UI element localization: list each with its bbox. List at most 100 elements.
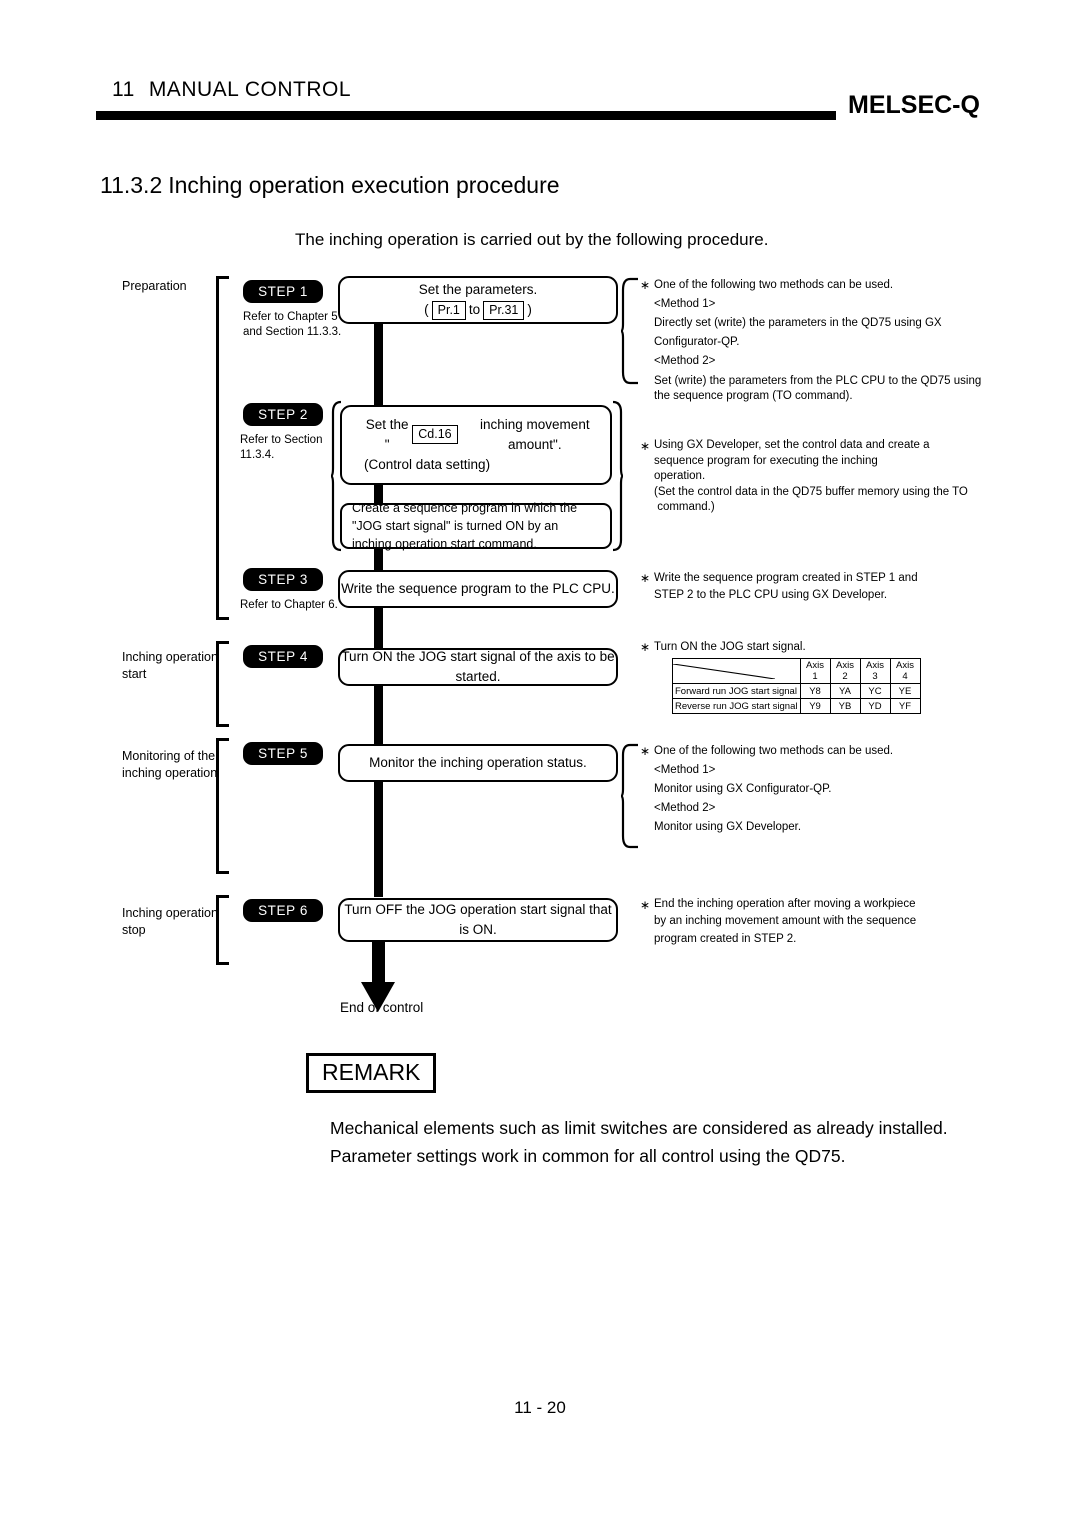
step-1-line-1: Set the parameters. bbox=[418, 281, 538, 297]
note-step-4: ∗ Turn ON the JOG start signal. bbox=[640, 638, 990, 657]
end-arrow-head-icon bbox=[361, 982, 395, 1012]
cell-forward-axis-3: YC bbox=[859, 683, 891, 699]
row-label-forward-run: Forward run JOG start signal bbox=[672, 683, 801, 699]
note-step-6-line-1: End the inching operation after moving a… bbox=[654, 898, 916, 910]
flow-connector-5 bbox=[374, 686, 383, 748]
step-5-box: Monitor the inching operation status. bbox=[338, 744, 618, 782]
phase-bracket-preparation bbox=[216, 276, 229, 620]
note-step-4-star: ∗ bbox=[640, 640, 651, 654]
step-1-reference: Refer to Chapter 5 and Section 11.3.3. bbox=[243, 311, 342, 338]
step-2-box: Set the " Cd.16 inching movement amount"… bbox=[340, 405, 612, 485]
note-step-5-method2-line1: Monitor using GX Developer. bbox=[654, 820, 802, 833]
phase-label-inching-stop: Inching operation stop bbox=[122, 906, 218, 937]
step-badge-2-label: STEP 2 bbox=[258, 407, 308, 422]
table-row: Reverse run JOG start signal Y9 YB YD YF bbox=[672, 698, 921, 714]
note-step-2-line-5: command.) bbox=[654, 501, 715, 514]
step-badge-1-label: STEP 1 bbox=[258, 284, 308, 299]
remark-line-1: Mechanical elements such as limit switch… bbox=[330, 1118, 948, 1139]
table-row-header: Axis 1 Axis 2 Axis 3 Axis 4 bbox=[672, 658, 921, 684]
cell-forward-axis-1: Y8 bbox=[799, 683, 831, 699]
remark-line-2: Parameter settings work in common for al… bbox=[330, 1145, 846, 1166]
step-5-box-text: Monitor the inching operation status. bbox=[369, 754, 587, 770]
cell-reverse-axis-1: Y9 bbox=[799, 698, 831, 714]
row-label-reverse-run: Reverse run JOG start signal bbox=[672, 698, 801, 714]
step-2-sub-box-text: Create a sequence program in which the "… bbox=[352, 500, 578, 552]
remark-title-box: REMARK bbox=[306, 1053, 437, 1094]
step-6-box-text: Turn OFF the JOG operation start signal … bbox=[344, 901, 612, 937]
table-header-axis-4: Axis 4 bbox=[889, 658, 921, 684]
note-brace-step-5 bbox=[620, 742, 640, 850]
note-step-5-method2-label: <Method 2> bbox=[654, 801, 716, 814]
step-badge-6-label: STEP 6 bbox=[258, 903, 308, 918]
step-2-line-1: Set the " Cd.16 inching movement amount"… bbox=[364, 415, 610, 456]
note-step-5-method1-line1: Monitor using GX Configurator-QP. bbox=[654, 782, 832, 795]
procedure-flow-diagram: Preparation Inching operation start Moni… bbox=[0, 0, 1080, 1030]
note-step-5-star: ∗ bbox=[640, 744, 651, 758]
note-step-1-method1-label: <Method 1> bbox=[654, 297, 716, 310]
note-step-1-method2-line1: Set (write) the parameters from the PLC … bbox=[654, 374, 982, 387]
step-badge-3-label: STEP 3 bbox=[258, 572, 308, 587]
note-step-2-star: ∗ bbox=[640, 439, 651, 453]
table-row: Forward run JOG start signal Y8 YA YC YE bbox=[672, 683, 921, 699]
note-step-6-star: ∗ bbox=[640, 898, 651, 912]
step-badge-4: STEP 4 bbox=[243, 645, 323, 668]
step-1-box: Set the parameters. ( Pr.1 to Pr.31 ) bbox=[338, 276, 618, 324]
jog-start-signal-table: Axis 1 Axis 2 Axis 3 Axis 4 Forward run … bbox=[672, 658, 921, 714]
step-badge-6: STEP 6 bbox=[243, 899, 323, 922]
note-step-1: ∗ One of the following two methods can b… bbox=[640, 276, 990, 405]
step-2-line-2: (Control data setting) bbox=[364, 457, 491, 473]
step-1-to: to bbox=[468, 302, 481, 317]
remark-title: REMARK bbox=[322, 1059, 421, 1085]
step-badge-3: STEP 3 bbox=[243, 568, 323, 591]
step-1-line-2: ( Pr.1 to Pr.31 ) bbox=[424, 300, 532, 320]
remark-section: REMARK Mechanical elements such as limit… bbox=[306, 1053, 948, 1170]
note-step-1-method1-line2: Configurator-QP. bbox=[654, 335, 740, 348]
step-3-box: Write the sequence program to the PLC CP… bbox=[338, 570, 618, 608]
note-step-2: ∗ Using GX Developer, set the control da… bbox=[640, 438, 990, 516]
step-badge-4-label: STEP 4 bbox=[258, 649, 308, 664]
page-number: 11 - 20 bbox=[514, 1398, 566, 1417]
table-header-axis-1: Axis 1 bbox=[799, 658, 831, 684]
step-3-reference: Refer to Chapter 6. bbox=[240, 599, 338, 611]
note-step-1-lead: One of the following two methods can be … bbox=[654, 279, 894, 291]
note-step-2-line-3: operation. bbox=[654, 470, 706, 483]
flow-connector-6 bbox=[374, 782, 383, 897]
note-step-1-star: ∗ bbox=[640, 278, 651, 292]
step-badge-5-label: STEP 5 bbox=[258, 746, 308, 761]
note-step-3-line-1: Write the sequence program created in ST… bbox=[654, 572, 918, 584]
step-3-box-text: Write the sequence program to the PLC CP… bbox=[341, 580, 615, 596]
note-step-6-line-3: program created in STEP 2. bbox=[654, 932, 797, 945]
diagonal-divider-icon bbox=[673, 663, 775, 679]
note-brace-step-1 bbox=[620, 276, 640, 386]
step-4-box: Turn ON the JOG start signal of the axis… bbox=[338, 648, 618, 686]
note-step-4-line-1: Turn ON the JOG start signal. bbox=[654, 641, 806, 653]
note-step-3: ∗ Write the sequence program created in … bbox=[640, 570, 990, 603]
param-chip-pr31: Pr.31 bbox=[483, 300, 525, 320]
step-2-reference: Refer to Section 11.3.4. bbox=[240, 434, 323, 461]
step-badge-2: STEP 2 bbox=[243, 403, 323, 426]
step-2-suffix: inching movement amount". bbox=[480, 416, 590, 452]
cell-reverse-axis-3: YD bbox=[859, 698, 891, 714]
note-step-6: ∗ End the inching operation after moving… bbox=[640, 896, 990, 948]
step-badge-5: STEP 5 bbox=[243, 742, 323, 765]
note-step-5: ∗ One of the following two methods can b… bbox=[640, 742, 990, 837]
phase-label-inching-start: Inching operation start bbox=[122, 650, 218, 681]
cell-reverse-axis-2: YB bbox=[829, 698, 861, 714]
step-2-prefix: Set the " bbox=[365, 416, 409, 452]
table-corner-cell bbox=[672, 658, 801, 684]
cell-reverse-axis-4: YF bbox=[889, 698, 921, 714]
phase-label-preparation: Preparation bbox=[122, 279, 187, 293]
note-step-3-star: ∗ bbox=[640, 571, 651, 585]
note-step-3-line-2: STEP 2 to the PLC CPU using GX Developer… bbox=[654, 588, 888, 601]
step-6-box: Turn OFF the JOG operation start signal … bbox=[338, 898, 618, 942]
note-step-1-method2-line2: the sequence program (TO command). bbox=[654, 390, 853, 403]
note-step-5-lead: One of the following two methods can be … bbox=[654, 745, 894, 757]
param-chip-pr1: Pr.1 bbox=[431, 300, 466, 320]
end-arrow-shaft bbox=[372, 942, 385, 984]
step-2-group-bracket-right bbox=[612, 400, 624, 552]
step-badge-1: STEP 1 bbox=[243, 280, 323, 303]
control-data-chip-cd16: Cd.16 bbox=[412, 425, 458, 445]
page-footer: 11 - 20 bbox=[0, 1398, 1080, 1418]
step-1-paren-open: ( bbox=[424, 302, 429, 317]
note-step-2-line-4: (Set the control data in the QD75 buffer… bbox=[654, 485, 968, 498]
